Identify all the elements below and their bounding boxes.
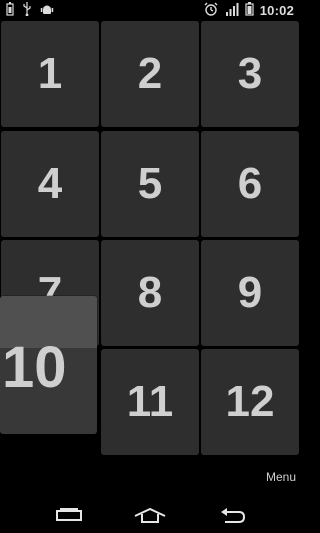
tile-label: 4 xyxy=(37,159,63,208)
menu-label[interactable]: Menu xyxy=(266,470,296,484)
tile-5[interactable]: 5 xyxy=(101,131,199,237)
tile-12[interactable]: 12 xyxy=(201,349,299,455)
alarm-icon xyxy=(203,1,219,20)
back-button[interactable] xyxy=(214,506,248,528)
tile-label: 2 xyxy=(137,49,163,98)
status-right: 10:02 xyxy=(203,1,294,20)
tile-11[interactable]: 11 xyxy=(101,349,199,455)
tile-label: 8 xyxy=(137,268,163,317)
tile-label: 5 xyxy=(137,159,163,208)
tile-label: 11 xyxy=(126,377,174,426)
tile-label: 6 xyxy=(237,159,263,208)
tile-label: 10 xyxy=(2,334,67,400)
tile-4[interactable]: 4 xyxy=(1,131,99,237)
tile-6[interactable]: 6 xyxy=(201,131,299,237)
tile-2[interactable]: 2 xyxy=(101,21,199,127)
back-icon xyxy=(215,506,247,529)
tile-10-dragging[interactable]: 10 xyxy=(0,296,97,434)
tile-9[interactable]: 9 xyxy=(201,240,299,346)
tile-1[interactable]: 1 xyxy=(1,21,99,127)
recent-apps-button[interactable] xyxy=(52,506,86,528)
tile-3[interactable]: 3 xyxy=(201,21,299,127)
status-bar: 10:02 xyxy=(0,0,300,20)
status-left-icons xyxy=(6,2,54,21)
home-icon xyxy=(133,506,167,529)
tile-label: 3 xyxy=(237,49,263,98)
signal-icon xyxy=(225,2,239,19)
tile-label: 12 xyxy=(225,377,275,426)
tile-label: 1 xyxy=(37,49,63,98)
android-debug-icon xyxy=(40,2,54,21)
home-button[interactable] xyxy=(133,506,167,528)
tile-8[interactable]: 8 xyxy=(101,240,199,346)
battery-icon xyxy=(245,2,254,19)
usb-icon xyxy=(22,2,32,21)
tile-label: 9 xyxy=(237,268,263,317)
recent-apps-icon xyxy=(54,507,84,528)
nav-bar xyxy=(0,498,300,533)
clock-time: 10:02 xyxy=(259,3,294,18)
battery-icon xyxy=(6,2,14,21)
